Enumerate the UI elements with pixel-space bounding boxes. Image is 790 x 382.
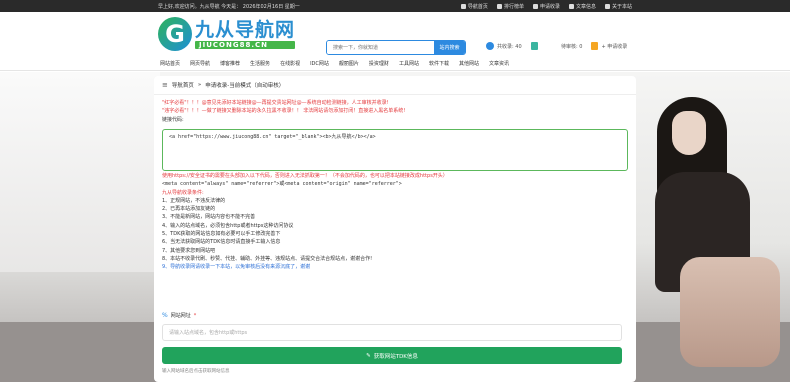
https-note: 使用https://安全证书的需要在头部加入以下代码，否则进入无法抓取第一！（不… <box>162 173 448 179</box>
nav-item-tools[interactable]: 工具网站 <box>399 60 419 67</box>
nav-item-images[interactable]: 靓丽图片 <box>339 60 359 67</box>
logo-mark: G <box>158 17 192 51</box>
rule-item: 5、TDK获取的网站信息如有必要可以手工修改完善下 <box>162 231 281 238</box>
file-icon <box>568 3 574 9</box>
greeting-text: 早上好,欢迎访问。九从导航 今天是： 2026年02月16日 星期一 <box>158 3 300 10</box>
url-input[interactable]: 请输入站点域名，包含http或https <box>162 324 622 341</box>
top-link-articles[interactable]: 文章信息 <box>568 3 596 10</box>
rule-item: 4、输入的站点域名，必须包含http或者https这种访问协议 <box>162 222 294 229</box>
url-label: % 网站网址 * <box>162 312 197 319</box>
site-header: G 九从导航网 JIUCONG88.CN 站内搜索 共收录: 40 待审核: 0… <box>0 12 790 57</box>
rule-item: 1、正规网站，不违反法律的 <box>162 197 226 204</box>
nav-item-web[interactable]: 网页导航 <box>190 60 210 67</box>
nav-item-blog[interactable]: 博客推荐 <box>220 60 240 67</box>
nav-item-home[interactable]: 网站首页 <box>160 60 180 67</box>
link-icon: % <box>162 312 168 319</box>
breadcrumb-current: 申请收录-当前模式（自动审核） <box>205 83 285 89</box>
menu-icon: ≡ <box>162 81 168 89</box>
top-link-home[interactable]: 导航首页 <box>460 3 488 10</box>
home-icon <box>460 3 466 9</box>
wand-icon: ✎ <box>366 352 371 359</box>
main-nav: 网站首页 网页导航 博客推荐 生活服务 在线影视 IDC网站 靓丽图片 投资理财… <box>0 57 790 71</box>
model-photo <box>645 97 790 382</box>
nav-item-idc[interactable]: IDC网站 <box>310 60 329 67</box>
get-tdk-button[interactable]: ✎ 获取网站TDK信息 <box>162 347 622 364</box>
search-button[interactable]: 站内搜索 <box>434 41 465 54</box>
meta-code: <meta content="always" name="referrer">或… <box>162 181 402 188</box>
book-icon <box>530 42 538 50</box>
notice-text: "红字必看"！！！@意见先添好本站链接@—再提交贵站网址@—系统自动检测链接，人… <box>162 99 632 124</box>
top-bar: 早上好,欢迎访问。九从导航 今天是： 2026年02月16日 星期一 导航首页 … <box>0 0 790 12</box>
apply-link[interactable]: + 申请收录 <box>601 43 627 50</box>
globe-icon <box>486 42 494 50</box>
site-logo[interactable]: G 九从导航网 JIUCONG88.CN <box>158 17 296 51</box>
nav-item-other[interactable]: 其他网站 <box>459 60 479 67</box>
rule-item: 7、其他要求您到网站吧 <box>162 247 216 254</box>
top-link-ranking[interactable]: 排行榜单 <box>496 3 524 10</box>
logo-text: 九从导航网 JIUCONG88.CN <box>195 18 296 49</box>
breadcrumb-home[interactable]: 导航首页 <box>172 81 194 89</box>
info-icon <box>604 3 610 9</box>
notice-line-1: "红字必看"！！！@意见先添好本站链接@—再提交贵站网址@—系统自动检测链接，人… <box>162 100 389 106</box>
rule-item: 8、本站不收录代刷、秒赞、代挂、辅助、外挂等、违规站点、请提交合法合规站点，谢谢… <box>162 255 373 262</box>
top-links: 导航首页 排行榜单 申请收录 文章信息 关于本站 <box>460 3 632 10</box>
chart-icon <box>496 3 502 9</box>
rule-item: 9、导航收录网请收录一下本站，以免审核后没有来源沉底了，谢谢 <box>162 264 311 271</box>
submit-panel: ≡ 导航首页 » 申请收录-当前模式（自动审核） "红字必看"！！！@意见先添好… <box>154 76 636 382</box>
mail-icon <box>532 3 538 9</box>
link-code-box[interactable]: <a href="https://www.jiucong88.cn" targe… <box>162 129 628 171</box>
nav-item-articles[interactable]: 文章资讯 <box>489 60 509 67</box>
search-box: 站内搜索 <box>326 40 466 55</box>
stat-pending: 待审核: 0 + 申请收录 <box>561 42 628 50</box>
submit-form: % 网站网址 * 请输入站点域名，包含http或https ✎ 获取网站TDK信… <box>162 312 628 374</box>
nav-item-life[interactable]: 生活服务 <box>250 60 270 67</box>
notice-line-2: "违字必看"！！！—做了链接又删除本站的永久拉黑不收录！！ 非法网站请勿添加打闭… <box>162 108 406 115</box>
rule-item: 2、已再本站添加友链的 <box>162 206 216 213</box>
search-input[interactable] <box>327 41 434 54</box>
breadcrumb: ≡ 导航首页 » 申请收录-当前模式（自动审核） <box>162 81 285 89</box>
rule-item: 6、当无法获取网站的TDK信息时请直接手工输入信息 <box>162 239 281 246</box>
rules-title: 九从导航收录条件: <box>162 189 204 196</box>
nav-item-finance[interactable]: 投资理财 <box>369 60 389 67</box>
bag-icon <box>591 42 599 50</box>
top-link-apply[interactable]: 申请收录 <box>532 3 560 10</box>
rules-block: 使用https://安全证书的需要在头部加入以下代码，否则进入无法抓取第一！（不… <box>162 172 632 272</box>
code-label: 链接代码: <box>162 116 184 123</box>
logo-name: 九从导航网 <box>195 18 296 41</box>
top-link-about[interactable]: 关于本站 <box>604 3 632 10</box>
logo-domain: JIUCONG88.CN <box>195 40 296 49</box>
nav-item-software[interactable]: 软件下载 <box>429 60 449 67</box>
nav-item-video[interactable]: 在线影视 <box>280 60 300 67</box>
form-hint: 输入网站域名后点击获取网站信息 <box>162 369 230 374</box>
stat-total: 共收录: 40 <box>486 42 538 50</box>
rule-item: 3、不能是新网站，网站内容也不能不完善 <box>162 214 256 221</box>
